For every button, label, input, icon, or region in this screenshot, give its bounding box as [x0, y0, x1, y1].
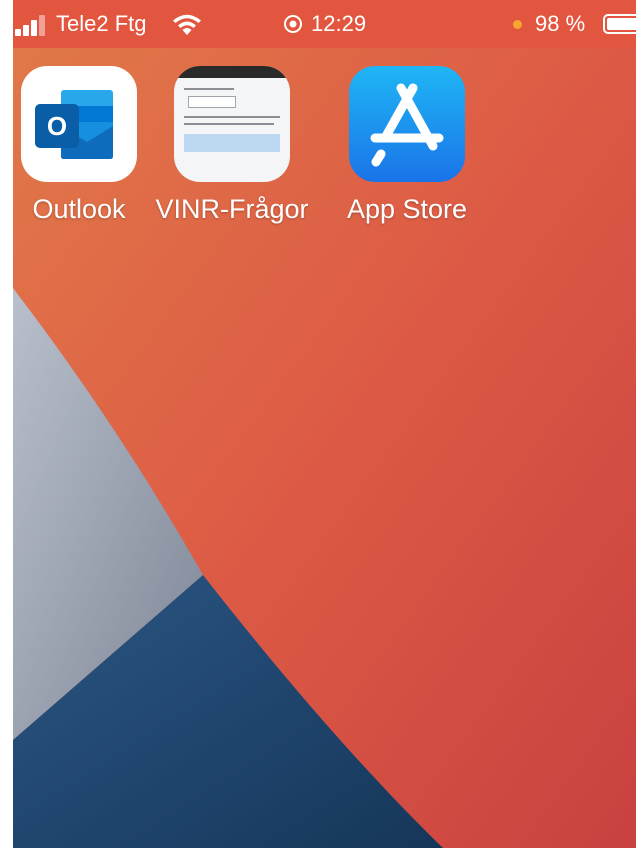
- battery-level: [607, 18, 636, 30]
- clock-group: 12:29: [283, 10, 366, 38]
- clock-time: 12:29: [311, 11, 367, 36]
- signal-icon: [13, 14, 49, 36]
- wifi-icon: [173, 14, 201, 35]
- app-label: Outlook: [32, 194, 126, 224]
- app-label: App Store: [346, 194, 468, 224]
- carrier-name: Tele2 Ftg: [56, 11, 147, 36]
- app-label: VINR-Frågor: [155, 194, 309, 224]
- home-screen: Tele2 Ftg 12:29 98 % O Outlook VINR-Fråg…: [13, 0, 636, 848]
- battery-percent: 98 %: [535, 11, 586, 36]
- vinr-fragor-icon[interactable]: [174, 66, 290, 182]
- app-vinr-fragor[interactable]: VINR-Frågor: [152, 66, 312, 225]
- location-icon: [284, 15, 302, 33]
- app-outlook[interactable]: O Outlook: [13, 66, 159, 225]
- privacy-indicator-dot: [513, 20, 522, 29]
- status-bar: Tele2 Ftg 12:29 98 %: [13, 0, 636, 48]
- app-store-icon[interactable]: [349, 66, 465, 182]
- battery-icon: [603, 14, 636, 34]
- outlook-icon[interactable]: O: [21, 66, 137, 182]
- app-app-store[interactable]: App Store: [327, 66, 487, 225]
- svg-text:O: O: [47, 111, 67, 141]
